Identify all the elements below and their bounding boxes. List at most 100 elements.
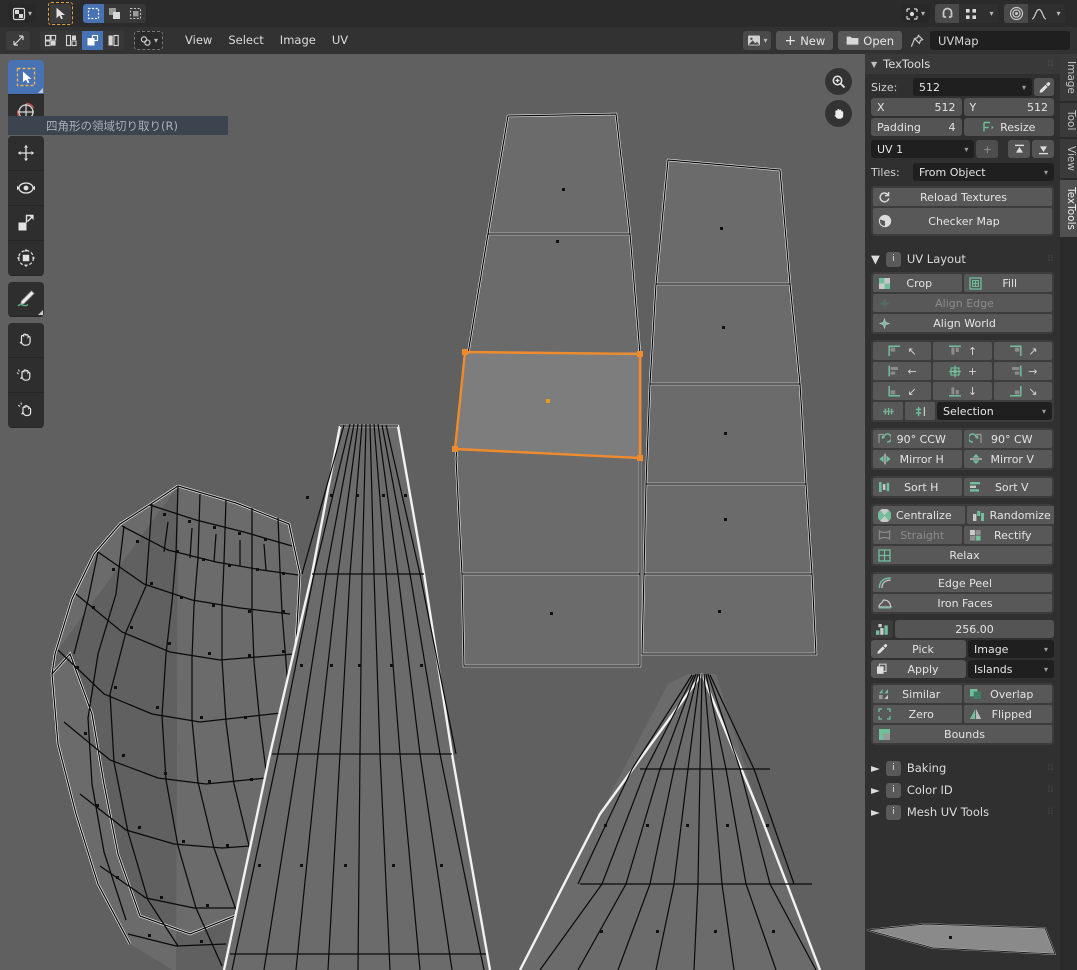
pick-mode-dropdown[interactable]: Image ▾ [968, 640, 1054, 658]
menu-uv[interactable]: UV [324, 31, 356, 50]
panel-drag-dots[interactable]: ⦙⦙ [1048, 785, 1054, 795]
sort-h-button[interactable]: Sort H [873, 478, 962, 496]
uvmap-name-field[interactable]: UVMap [930, 31, 1070, 50]
island-select-button[interactable] [103, 31, 124, 50]
proportional-edit-button[interactable] [1004, 4, 1028, 23]
align-top-right-button[interactable]: ↗ [993, 342, 1052, 360]
snap-target-button[interactable] [959, 4, 983, 23]
resize-button[interactable]: Resize [963, 118, 1054, 136]
size-dropdown[interactable]: 512 ▾ [913, 78, 1032, 96]
iron-faces-button[interactable]: Iron Faces [873, 594, 1052, 612]
pivot-point-button[interactable]: ▾ [900, 4, 929, 23]
move-tool[interactable] [8, 136, 44, 171]
transform-tool[interactable] [8, 241, 44, 276]
rectify-button[interactable]: Rectify [963, 526, 1052, 544]
size-y-field[interactable]: Y 512 [963, 98, 1054, 116]
annotate-tool[interactable] [8, 282, 44, 317]
mirror-v-button[interactable]: Mirror V [963, 450, 1052, 468]
uv-move-top-button[interactable] [1008, 140, 1031, 158]
open-image-button[interactable]: Open [838, 31, 902, 50]
padding-field[interactable]: Padding 4 [871, 118, 962, 136]
uv-layout-panel-header[interactable]: ▼ i UV Layout ⦙⦙ [865, 248, 1060, 270]
select-box-extend-button[interactable] [104, 4, 126, 23]
tweak-tool-button[interactable] [50, 4, 72, 23]
rotate-tool[interactable] [8, 171, 44, 206]
snap-toggle-button[interactable] [935, 4, 959, 23]
align-right-button[interactable]: → [993, 362, 1052, 380]
panel-drag-dots[interactable]: ⦙⦙ [1048, 254, 1054, 264]
select-box-subtract-button[interactable] [125, 4, 147, 23]
pin-button[interactable] [910, 33, 924, 48]
align-mode-dropdown[interactable]: Selection ▾ [937, 402, 1052, 420]
similar-button[interactable]: Similar [873, 685, 962, 703]
grab-tool[interactable] [8, 323, 44, 358]
display-mode-button[interactable] [6, 31, 30, 50]
proportional-falloff-button[interactable] [1028, 4, 1050, 23]
vertex-select-button[interactable] [40, 31, 61, 50]
editor-type-button[interactable]: ▾ [8, 4, 37, 23]
scale-tool[interactable] [8, 206, 44, 241]
relax-tool[interactable] [8, 358, 44, 393]
sidebar-tab-textools[interactable]: TexTools [1060, 180, 1077, 238]
textools-panel-header[interactable]: ▼ TexTools ⦙⦙ [865, 54, 1060, 74]
apply-mode-dropdown[interactable]: Islands ▾ [968, 660, 1054, 678]
bounds-button[interactable]: Bounds [873, 725, 1052, 743]
pan-gizmo[interactable] [825, 100, 852, 127]
align-bottom-button[interactable]: ↓ [933, 382, 992, 400]
texel-density-field[interactable]: 256.00 [895, 620, 1054, 638]
image-browse-button[interactable]: ▾ [743, 31, 772, 50]
fill-button[interactable]: Fill [963, 274, 1052, 292]
face-select-button[interactable] [82, 31, 103, 50]
falloff-dropdown-button[interactable]: ▾ [1050, 4, 1065, 23]
sidebar-tab-view[interactable]: View [1060, 139, 1077, 179]
flipped-button[interactable]: Flipped [963, 705, 1052, 723]
uv-move-bottom-button[interactable] [1032, 140, 1054, 158]
zero-button[interactable]: Zero [873, 705, 962, 723]
align-bottom-left-button[interactable]: ↙ [873, 382, 932, 400]
sort-v-button[interactable]: Sort V [963, 478, 1052, 496]
align-edge-button[interactable]: Align Edge [873, 294, 1052, 312]
sidebar-tab-tool[interactable]: Tool [1060, 102, 1077, 138]
randomize-button[interactable]: Randomize [966, 506, 1054, 524]
rotate-cw-button[interactable]: 90° CW [963, 430, 1052, 448]
relax-button[interactable]: Relax [873, 546, 1052, 564]
rotate-ccw-button[interactable]: 90° CCW [873, 430, 962, 448]
tweak-tool[interactable] [8, 60, 44, 95]
panel-drag-dots[interactable]: ⦙⦙ [1048, 763, 1054, 773]
apply-button[interactable]: Apply [871, 660, 966, 678]
zoom-gizmo[interactable] [825, 68, 852, 95]
align-horizontal-button[interactable] [873, 402, 903, 420]
tiles-dropdown[interactable]: From Object ▾ [913, 163, 1054, 181]
align-vertical-button[interactable] [905, 402, 935, 420]
centralize-button[interactable]: Centralize [873, 506, 965, 524]
mirror-h-button[interactable]: Mirror H [873, 450, 962, 468]
texel-density-icon-button[interactable] [871, 620, 893, 638]
size-eyedropper-button[interactable] [1034, 78, 1054, 96]
straight-button[interactable]: Straight [873, 526, 962, 544]
colorid-panel-header[interactable]: ► i Color ID ⦙⦙ [865, 779, 1060, 801]
panel-drag-dots[interactable]: ⦙⦙ [1048, 807, 1054, 817]
uv-channel-add-button[interactable]: + [976, 140, 999, 158]
new-image-button[interactable]: + New [776, 31, 834, 50]
edge-peel-button[interactable]: Edge Peel [873, 574, 1052, 592]
size-x-field[interactable]: X 512 [871, 98, 962, 116]
crop-button[interactable]: Crop [873, 274, 962, 292]
align-top-left-button[interactable]: ↖ [873, 342, 932, 360]
align-bottom-right-button[interactable]: ↘ [993, 382, 1052, 400]
align-left-button[interactable]: ← [873, 362, 932, 380]
panel-drag-dots[interactable]: ⦙⦙ [1048, 59, 1054, 69]
checker-map-button[interactable]: Checker Map [873, 208, 1052, 234]
align-world-button[interactable]: Align World [873, 314, 1052, 332]
menu-image[interactable]: Image [272, 31, 324, 50]
mesh-uv-tools-panel-header[interactable]: ► i Mesh UV Tools ⦙⦙ [865, 801, 1060, 823]
edge-select-button[interactable] [61, 31, 82, 50]
align-center-button[interactable]: + [933, 362, 992, 380]
sidebar-tab-image[interactable]: Image [1060, 54, 1077, 101]
sticky-selection-button[interactable]: ▾ [134, 31, 164, 50]
pick-button[interactable]: Pick [871, 640, 966, 658]
uv-channel-dropdown[interactable]: UV 1 ▾ [871, 140, 975, 158]
menu-view[interactable]: View [177, 31, 220, 50]
reload-textures-button[interactable]: Reload Textures [873, 188, 1052, 206]
snap-dropdown-button[interactable]: ▾ [983, 4, 998, 23]
overlap-button[interactable]: Overlap [963, 685, 1052, 703]
